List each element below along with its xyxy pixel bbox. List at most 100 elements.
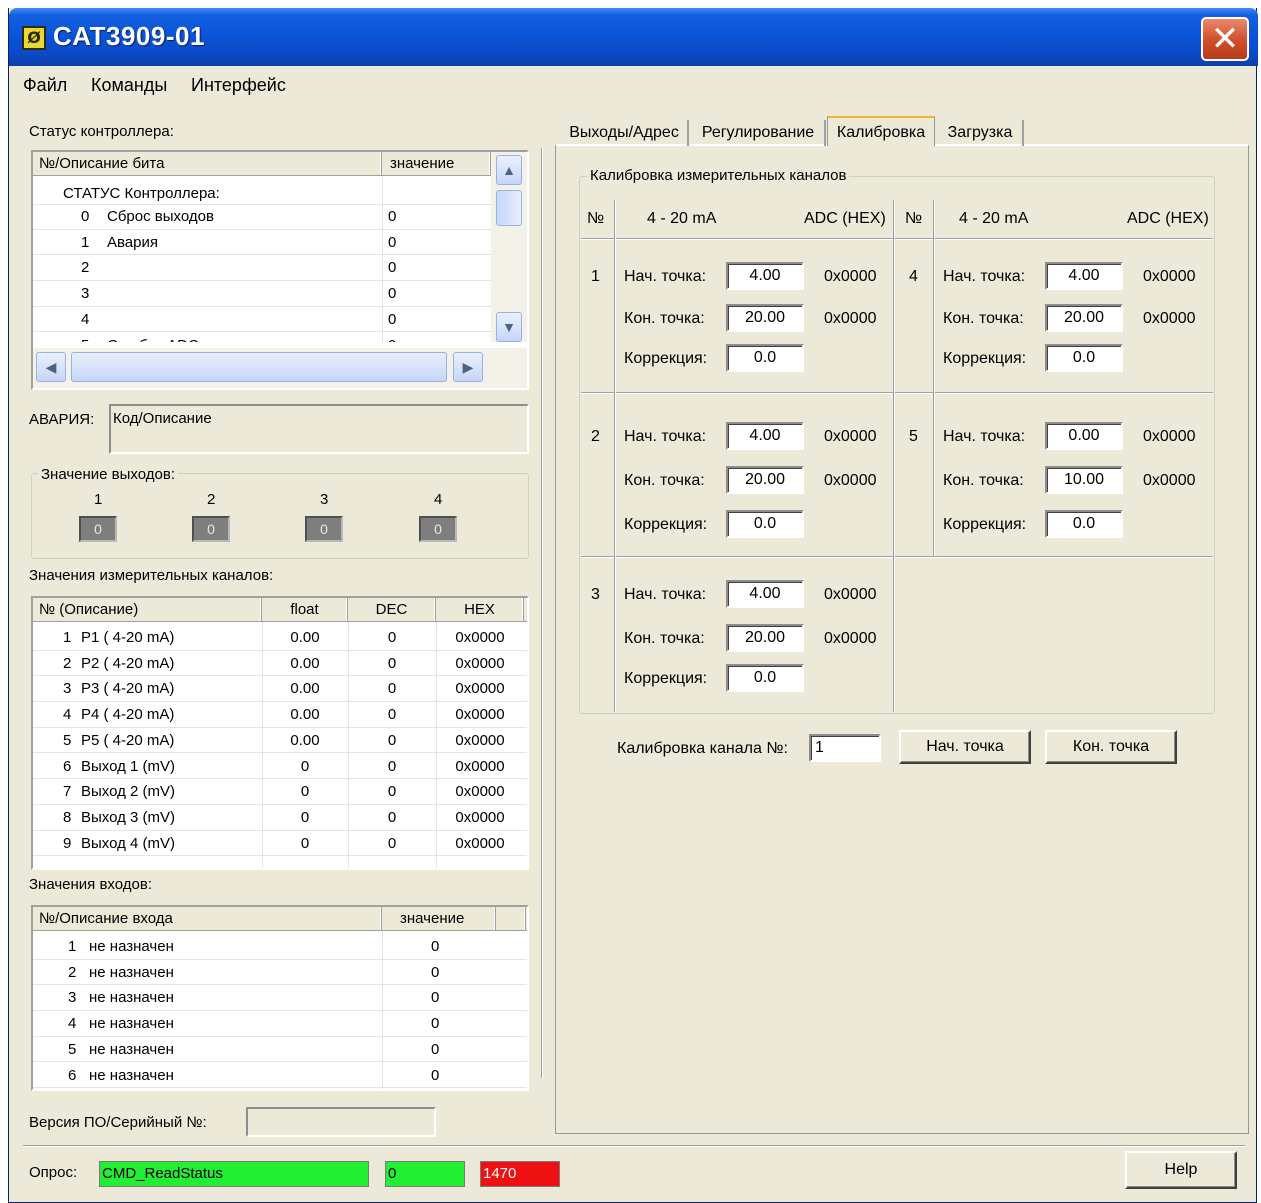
- cal-channel-2-corr-input[interactable]: 0.0: [726, 510, 804, 538]
- help-button[interactable]: Help: [1125, 1151, 1237, 1189]
- outputs-title: Значение выходов:: [38, 466, 179, 483]
- status-row-num: 2: [81, 259, 90, 277]
- cal-header-num-1: №: [587, 210, 605, 227]
- close-icon[interactable]: ✕: [1201, 17, 1249, 61]
- cal-end-label: Кон. точка:: [624, 630, 705, 647]
- scroll-thumb[interactable]: [496, 190, 522, 226]
- menu-commands[interactable]: Команды: [91, 75, 167, 96]
- menu-interface[interactable]: Интерфейс: [191, 75, 286, 96]
- title-bar[interactable]: Ø CAT3909-01 ✕: [9, 8, 1258, 66]
- input-desc: не назначен: [89, 938, 174, 955]
- cal-channel-1-corr-input[interactable]: 0.0: [726, 344, 804, 372]
- status-hscroll[interactable]: ◀ ▶: [33, 348, 527, 388]
- channel-hex: 0x0000: [455, 654, 505, 672]
- tab-calibration[interactable]: Калибровка: [827, 116, 935, 146]
- cal-channel-5-num: 5: [909, 428, 918, 445]
- status-row-desc: Авария: [107, 233, 158, 251]
- cal-start-label: Нач. точка:: [624, 586, 707, 603]
- channel-select-input[interactable]: 1: [809, 734, 881, 762]
- hscroll-thumb[interactable]: [71, 352, 447, 382]
- channels-table: № (Описание) float DEC HEX 1 P1 ( 4-20 mA…: [31, 596, 529, 870]
- status-row[interactable]: 30: [33, 281, 491, 307]
- cal-corr-label: Коррекция:: [624, 350, 708, 367]
- channel-row[interactable]: 3 P3 ( 4-20 mA) 0.00 0 0x0000: [33, 676, 527, 703]
- cal-channel-4-corr-input[interactable]: 0.0: [1045, 344, 1123, 372]
- cal-channel-3-end-input[interactable]: 20.00: [726, 624, 804, 652]
- cal-header-range-1: 4 - 20 mA: [647, 210, 717, 227]
- grid-line: [581, 556, 1213, 558]
- channel-row[interactable]: 6 Выход 1 (mV) 0 0 0x0000: [33, 754, 527, 780]
- cal-channel-1-end-input[interactable]: 20.00: [726, 304, 804, 332]
- input-row[interactable]: 6 не назначен 0: [33, 1063, 527, 1089]
- column-header-extra[interactable]: [496, 907, 526, 930]
- status-row[interactable]: 0 Сброс выходов 0: [33, 204, 491, 230]
- channels-label: Значения измерительных каналов:: [29, 567, 274, 584]
- cal-start-label: Нач. точка:: [624, 428, 707, 445]
- column-header-value[interactable]: значение: [382, 152, 491, 175]
- cal-channel-5-start-input[interactable]: 0.00: [1045, 422, 1123, 450]
- cal-channel-2-start-input[interactable]: 4.00: [726, 422, 804, 450]
- input-num: 3: [68, 989, 77, 1007]
- column-header-dec[interactable]: DEC: [348, 598, 436, 621]
- cal-channel-2-end-input[interactable]: 20.00: [726, 466, 804, 494]
- column-header-hex[interactable]: HEX: [436, 598, 524, 621]
- channel-row[interactable]: 1 P1 ( 4-20 mA) 0.00 0 0x0000: [33, 625, 527, 651]
- status-row[interactable]: 20: [33, 255, 491, 282]
- tab-outputs[interactable]: Выходы/Адрес: [561, 120, 689, 146]
- cal-channel-4-end-input[interactable]: 20.00: [1045, 304, 1123, 332]
- cal-channel-3-start-input[interactable]: 4.00: [726, 580, 804, 608]
- channel-num: 6: [63, 757, 72, 775]
- input-value: 0: [431, 1066, 440, 1084]
- input-row[interactable]: 1 не назначен 0: [33, 934, 527, 960]
- input-row[interactable]: 5 не назначен 0: [33, 1037, 527, 1063]
- channel-dec: 0: [387, 629, 397, 646]
- cal-channel-1-start-input[interactable]: 4.00: [726, 262, 804, 290]
- tab-regulation[interactable]: Регулирование: [692, 120, 826, 146]
- tab-upload[interactable]: Загрузка: [938, 120, 1024, 146]
- channel-row[interactable]: 7 Выход 2 (mV) 0 0 0x0000: [33, 779, 527, 805]
- input-row[interactable]: 4 не назначен 0: [33, 1011, 527, 1037]
- channel-row[interactable]: 9 Выход 4 (mV) 0 0 0x0000: [33, 831, 527, 857]
- column-header-input-value[interactable]: значение: [382, 907, 496, 930]
- status-row-num: 0: [81, 208, 90, 225]
- channel-num: 8: [63, 808, 72, 826]
- cal-channel-4-start-input[interactable]: 4.00: [1045, 262, 1123, 290]
- scroll-right-icon[interactable]: ▶: [453, 352, 483, 382]
- input-value: 0: [431, 989, 440, 1007]
- channel-select-label: Калибровка канала №:: [617, 740, 788, 757]
- status-row[interactable]: 40: [33, 307, 491, 333]
- channel-row[interactable]: 4 P4 ( 4-20 mA) 0.00 0 0x0000: [33, 702, 527, 728]
- version-label: Версия ПО/Серийный №:: [29, 1114, 207, 1131]
- version-field[interactable]: [246, 1107, 436, 1137]
- output-4-value: 0: [419, 516, 457, 542]
- channel-row[interactable]: 5 P5 ( 4-20 mA) 0.00 0 0x0000: [33, 728, 527, 754]
- cal-corr-label: Коррекция:: [943, 350, 1027, 367]
- status-vscroll[interactable]: ▲ ▼: [491, 152, 527, 342]
- channel-row[interactable]: 2 P2 ( 4-20 mA) 0.00 0 0x0000: [33, 651, 527, 677]
- channel-hex: 0x0000: [455, 680, 505, 698]
- poll-label: Опрос:: [29, 1164, 78, 1181]
- channel-float: 0.00: [290, 629, 320, 646]
- column-header-input[interactable]: №/Описание входа: [33, 907, 382, 930]
- column-header-bit[interactable]: №/Описание бита: [33, 152, 382, 175]
- scroll-left-icon[interactable]: ◀: [36, 352, 66, 382]
- channel-desc: Выход 4 (mV): [81, 834, 176, 852]
- input-row[interactable]: 3 не назначен 0: [33, 985, 527, 1012]
- menu-file[interactable]: Файл: [23, 75, 67, 96]
- cal-start-label: Нач. точка:: [943, 268, 1026, 285]
- status-row[interactable]: 1 Авария 0: [33, 230, 491, 256]
- cal-channel-5-end-input[interactable]: 10.00: [1045, 466, 1123, 494]
- alarm-field[interactable]: Код/Описание: [109, 404, 529, 454]
- channel-float: 0: [300, 834, 310, 852]
- column-header-channel[interactable]: № (Описание): [33, 598, 262, 621]
- alarm-label: АВАРИЯ:: [29, 411, 95, 428]
- cal-channel-5-corr-input[interactable]: 0.0: [1045, 510, 1123, 538]
- cal-channel-3-corr-input[interactable]: 0.0: [726, 664, 804, 692]
- channel-row[interactable]: 8 Выход 3 (mV) 0 0 0x0000: [33, 805, 527, 831]
- scroll-up-icon[interactable]: ▲: [496, 155, 522, 185]
- scroll-down-icon[interactable]: ▼: [496, 312, 522, 342]
- start-point-button[interactable]: Нач. точка: [899, 730, 1031, 764]
- end-point-button[interactable]: Кон. точка: [1045, 730, 1177, 764]
- column-header-float[interactable]: float: [262, 598, 348, 621]
- input-row[interactable]: 2 не назначен 0: [33, 960, 527, 986]
